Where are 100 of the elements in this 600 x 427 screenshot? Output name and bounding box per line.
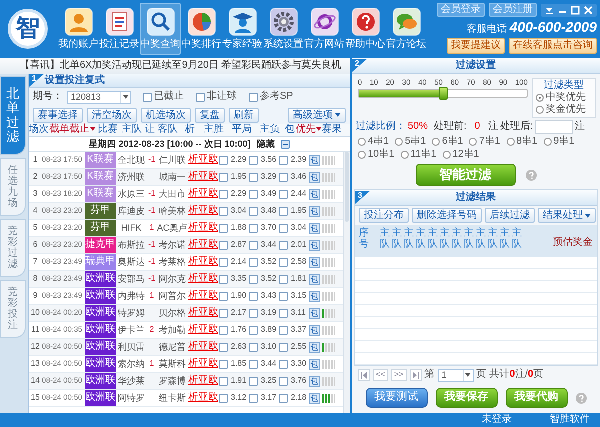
toolbar-button[interactable]: 后续过滤 xyxy=(485,208,535,223)
checkbox[interactable] xyxy=(249,156,258,164)
next-page-button[interactable]: >> xyxy=(391,369,407,381)
checkbox[interactable] xyxy=(279,326,288,334)
checkbox[interactable] xyxy=(249,394,258,402)
toolbar-button[interactable]: 删除选择号码 xyxy=(412,208,482,223)
radio-button[interactable] xyxy=(544,138,552,146)
pack-button[interactable]: 包 xyxy=(309,392,320,404)
checkbox[interactable] xyxy=(279,258,288,266)
radio-button[interactable] xyxy=(395,138,404,146)
analysis-link[interactable]: 析亚欧 xyxy=(188,324,219,336)
page-select[interactable]: 1 xyxy=(438,368,474,382)
checkbox[interactable] xyxy=(249,376,258,386)
pack-button[interactable]: 包 xyxy=(309,376,320,386)
nav-button[interactable]: 投注记录 xyxy=(99,3,140,55)
checkbox[interactable] xyxy=(219,240,228,250)
radio-button[interactable] xyxy=(432,138,440,146)
checkbox[interactable] xyxy=(249,206,258,216)
issue-select[interactable]: 120813 xyxy=(67,90,131,104)
pack-button[interactable]: 包 xyxy=(309,324,320,336)
pack-button[interactable]: 包 xyxy=(309,206,320,216)
radio-button[interactable] xyxy=(400,151,409,159)
member-button[interactable]: 会员登录 xyxy=(437,3,485,17)
pack-button[interactable]: 包 xyxy=(309,358,320,370)
close-icon[interactable] xyxy=(583,4,594,16)
column-header[interactable]: 截单截止 xyxy=(49,124,96,136)
action-button[interactable]: 我要保存 xyxy=(436,388,498,408)
checkbox[interactable] xyxy=(249,292,258,300)
analysis-link[interactable]: 析亚欧 xyxy=(188,392,219,404)
checkbox[interactable] xyxy=(279,206,288,216)
checkbox[interactable] xyxy=(279,224,288,232)
checkbox[interactable] xyxy=(249,258,258,266)
analysis-link[interactable]: 析亚欧 xyxy=(188,375,219,387)
nav-button[interactable]: 官方网站 xyxy=(304,3,345,55)
checkbox[interactable] xyxy=(249,308,258,318)
checkbox[interactable] xyxy=(143,92,152,102)
analysis-link[interactable]: 析亚欧 xyxy=(188,188,219,200)
pack-button[interactable]: 包 xyxy=(309,308,320,318)
checkbox[interactable] xyxy=(279,292,288,300)
analysis-link[interactable]: 析亚欧 xyxy=(188,205,219,217)
pack-button[interactable]: 包 xyxy=(309,154,320,166)
scrollbar[interactable] xyxy=(343,152,350,413)
radio-button[interactable] xyxy=(536,94,544,102)
checkbox[interactable] xyxy=(219,308,228,318)
checkbox[interactable] xyxy=(249,342,258,352)
checkbox[interactable] xyxy=(279,360,288,368)
radio-button[interactable] xyxy=(536,106,544,114)
checkbox[interactable] xyxy=(249,326,258,334)
checkbox[interactable] xyxy=(249,274,258,284)
radio-button[interactable] xyxy=(506,138,514,146)
member-button[interactable]: 会员注册 xyxy=(489,3,537,17)
pack-button[interactable]: 包 xyxy=(309,172,320,182)
side-tab[interactable]: 任选九场 xyxy=(0,158,26,216)
slider-thumb[interactable] xyxy=(439,87,448,100)
checkbox[interactable] xyxy=(249,224,258,232)
nav-button[interactable]: 我的账户 xyxy=(58,3,99,55)
checkbox[interactable] xyxy=(219,360,228,368)
action-button[interactable]: 在线客服点击咨询 xyxy=(509,38,597,54)
checkbox[interactable] xyxy=(279,394,288,402)
radio-button[interactable] xyxy=(358,138,366,146)
column-header[interactable]: 优先 xyxy=(296,124,322,136)
checkbox[interactable] xyxy=(279,156,288,164)
toolbar-button[interactable]: 赛事选择 xyxy=(33,108,83,122)
checkbox[interactable] xyxy=(279,190,288,198)
action-button[interactable]: 我要提建议 xyxy=(447,38,505,54)
pack-button[interactable]: 包 xyxy=(309,274,320,284)
checkbox[interactable] xyxy=(279,172,288,182)
action-button[interactable]: 我要测试 xyxy=(366,388,428,408)
prev-page-button[interactable]: << xyxy=(373,369,388,381)
checkbox[interactable] xyxy=(219,206,228,216)
side-tab[interactable]: 北单过滤 xyxy=(0,76,26,156)
analysis-link[interactable]: 析亚欧 xyxy=(188,222,219,234)
analysis-link[interactable]: 析亚欧 xyxy=(188,154,219,166)
nav-button[interactable]: 系统设置 xyxy=(263,3,304,55)
checkbox[interactable] xyxy=(279,274,288,284)
pack-button[interactable]: 包 xyxy=(309,256,320,268)
maximize-icon[interactable] xyxy=(570,4,581,16)
pack-button[interactable]: 包 xyxy=(309,342,320,352)
analysis-link[interactable]: 析亚欧 xyxy=(188,273,219,285)
radio-button[interactable] xyxy=(469,138,478,146)
toolbar-button[interactable]: 清空场次 xyxy=(87,108,137,122)
checkbox[interactable] xyxy=(279,240,288,250)
advanced-options-button[interactable]: 高级选项 xyxy=(288,108,346,122)
nav-button[interactable]: 官方论坛 xyxy=(386,3,427,55)
checkbox[interactable] xyxy=(219,274,228,284)
analysis-link[interactable]: 析亚欧 xyxy=(188,341,219,353)
checkbox[interactable] xyxy=(219,292,228,300)
checkbox[interactable] xyxy=(279,342,288,352)
result-menu-button[interactable]: 结果处理 xyxy=(538,208,596,223)
side-tab[interactable]: 竞彩投注 xyxy=(0,280,26,338)
radio-button[interactable] xyxy=(358,151,366,159)
pack-button[interactable]: 包 xyxy=(309,290,320,302)
checkbox[interactable] xyxy=(219,190,228,198)
slider-track[interactable] xyxy=(358,89,528,98)
analysis-link[interactable]: 析亚欧 xyxy=(188,171,219,183)
checkbox[interactable] xyxy=(219,258,228,266)
input-field[interactable] xyxy=(535,120,574,134)
pack-button[interactable]: 包 xyxy=(309,240,320,250)
checkbox[interactable] xyxy=(219,394,228,402)
analysis-link[interactable]: 析亚欧 xyxy=(188,239,219,251)
